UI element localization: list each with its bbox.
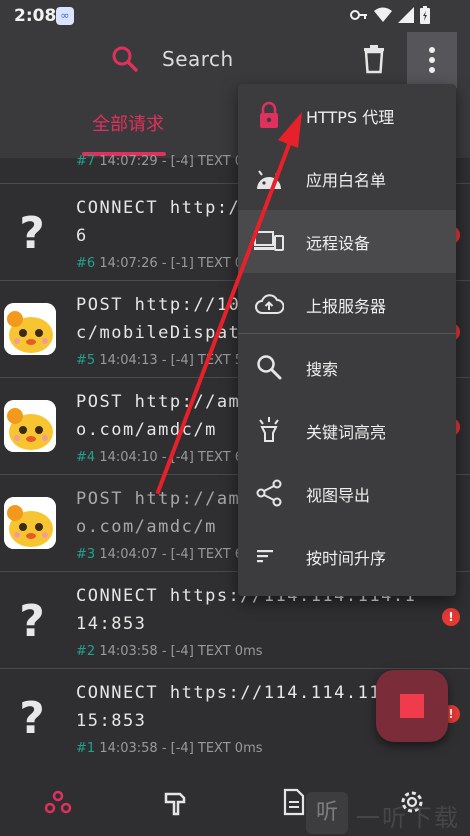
- request-meta: #3 14:04:07 - [-4] TEXT 6: [76, 547, 244, 562]
- share-icon: [256, 479, 282, 507]
- status-icons: [350, 6, 430, 24]
- menu-label: 视图导出: [306, 486, 371, 505]
- devices-icon: [254, 231, 284, 251]
- menu-item-search[interactable]: 搜索: [238, 336, 456, 399]
- request-meta: #6 14:07:26 - [-1] TEXT 0: [76, 256, 244, 271]
- request-meta: #7 14:07:29 - [-4] TEXT 0: [76, 154, 244, 169]
- unknown-app-icon: ?: [19, 596, 45, 647]
- lock-icon: [260, 101, 278, 128]
- app-avatar-icon: [4, 400, 56, 452]
- request-url: POST http://10: [76, 295, 241, 315]
- menu-label: 远程设备: [306, 234, 371, 253]
- unknown-app-icon: ?: [19, 208, 45, 259]
- request-meta: #1 14:03:58 - [-4] TEXT 0ms: [76, 741, 263, 756]
- signal-icon: [398, 7, 414, 23]
- app-bar: Search: [0, 32, 470, 88]
- request-meta: #4 14:04:10 - [-4] TEXT 6: [76, 450, 244, 465]
- link-icon: ∞: [56, 7, 74, 25]
- network-icon[interactable]: [44, 788, 72, 816]
- menu-item-keyword-highlight[interactable]: 关键词高亮: [238, 399, 456, 462]
- menu-item-sort-ascending[interactable]: 按时间升序: [238, 525, 456, 588]
- request-url-cont: o.com/amdc/m: [76, 517, 217, 537]
- app-avatar-icon: [4, 497, 56, 549]
- request-url-cont: 14:853: [76, 614, 147, 634]
- more-options-button[interactable]: [407, 32, 457, 88]
- document-icon[interactable]: [280, 788, 308, 816]
- menu-label: 关键词高亮: [306, 423, 387, 442]
- menu-divider: [238, 333, 456, 334]
- menu-item-export-view[interactable]: 视图导出: [238, 462, 456, 525]
- battery-icon: [420, 6, 430, 24]
- tools-icon[interactable]: [162, 788, 190, 816]
- menu-label: 上报服务器: [306, 297, 387, 316]
- overflow-menu: HTTPS 代理 应用白名单 远程设备 上报服务器 搜索 关键词高亮 视图导出 …: [238, 84, 456, 596]
- watermark-logo: 听 一听下载: [306, 790, 470, 836]
- menu-label: HTTPS 代理: [306, 108, 395, 127]
- request-url: POST http://am: [76, 392, 241, 412]
- error-icon: !: [442, 608, 460, 626]
- request-url-cont: 6: [76, 226, 88, 246]
- android-icon: [257, 170, 281, 189]
- status-bar: 2:08 ∞: [0, 0, 470, 32]
- highlight-icon: [259, 417, 279, 442]
- menu-item-remote-devices[interactable]: 远程设备: [238, 210, 456, 273]
- menu-label: 应用白名单: [306, 171, 387, 190]
- stop-icon: [400, 694, 424, 718]
- sort-icon: [257, 550, 273, 563]
- menu-item-https-proxy[interactable]: HTTPS 代理: [238, 84, 456, 147]
- menu-label: 搜索: [306, 360, 339, 379]
- request-url: CONNECT http:/: [76, 198, 241, 218]
- key-icon: [350, 10, 367, 20]
- unknown-app-icon: ?: [19, 693, 45, 744]
- request-meta: #5 14:04:13 - [-4] TEXT 5: [76, 353, 244, 368]
- watermark-text: 一听下载: [356, 804, 460, 832]
- request-url: CONNECT https://114.114.11: [76, 683, 382, 703]
- menu-label: 按时间升序: [306, 549, 387, 568]
- status-time: 2:08: [14, 6, 57, 26]
- search-icon: [257, 355, 282, 380]
- search-input[interactable]: Search: [162, 47, 234, 71]
- request-meta: #2 14:03:58 - [-4] TEXT 0ms: [76, 644, 263, 659]
- app-avatar-icon: [4, 303, 56, 355]
- request-url-cont: c/mobileDispat: [76, 323, 241, 343]
- wifi-icon: [374, 7, 392, 22]
- menu-item-app-whitelist[interactable]: 应用白名单: [238, 147, 456, 210]
- menu-item-report-server[interactable]: 上报服务器: [238, 273, 456, 336]
- request-url: POST http://am: [76, 489, 241, 509]
- more-vert-icon: [429, 47, 435, 73]
- trash-icon[interactable]: [360, 44, 388, 74]
- request-url-cont: 15:853: [76, 711, 147, 731]
- cloud-upload-icon: [255, 294, 284, 314]
- request-url-cont: o.com/amdc/m: [76, 420, 217, 440]
- watermark-glyph: 听: [306, 792, 348, 834]
- stop-capture-button[interactable]: [376, 670, 448, 742]
- search-icon[interactable]: [110, 44, 140, 74]
- tab-all-requests[interactable]: 全部请求: [92, 110, 164, 136]
